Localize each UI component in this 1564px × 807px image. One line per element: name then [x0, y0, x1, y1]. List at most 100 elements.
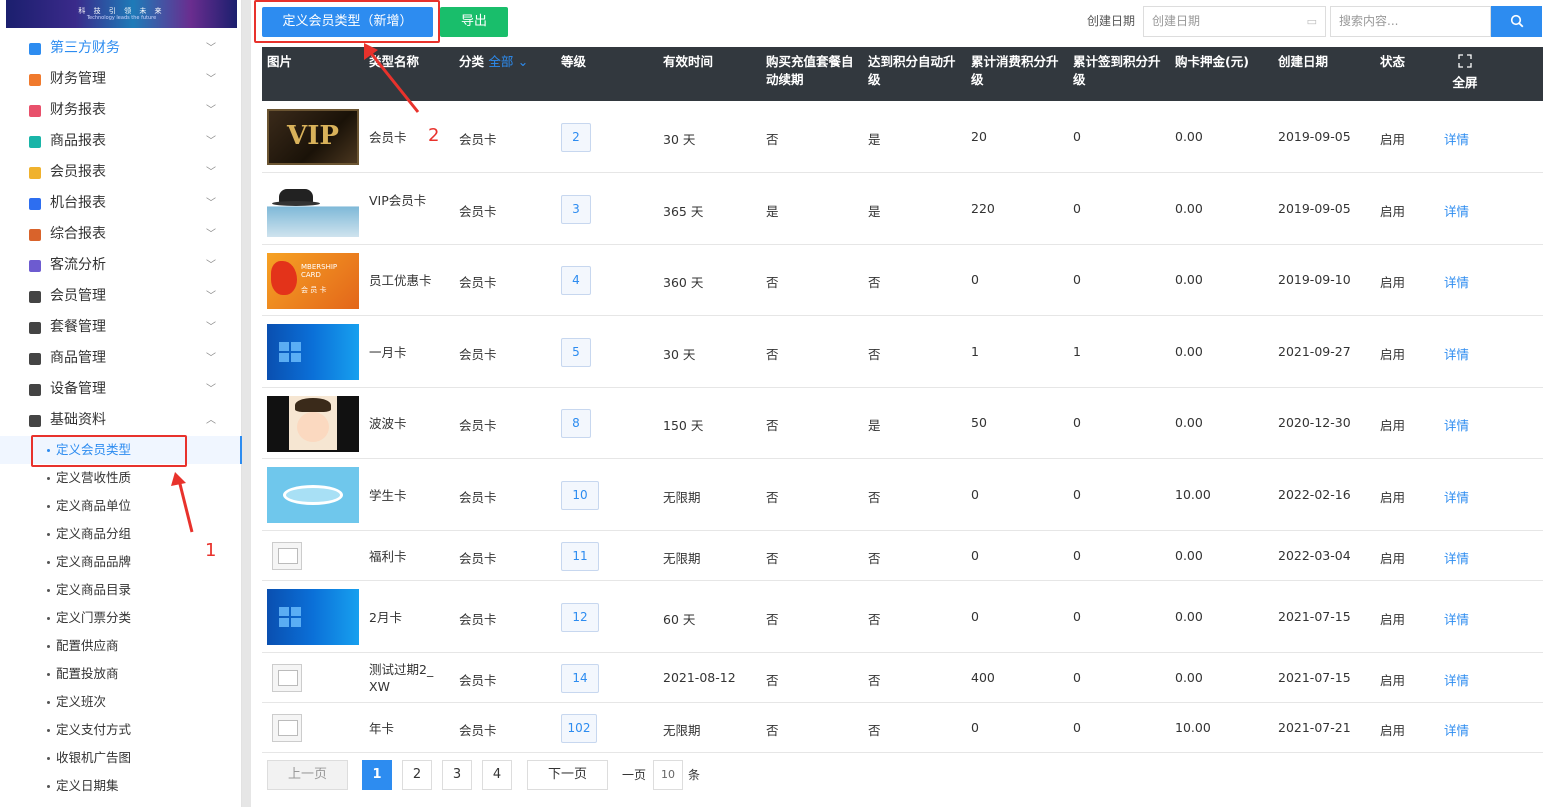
cell-valid: 30 天	[663, 131, 696, 147]
table-row: 年卡 会员卡 无限期 否 否 0 0 10.00 2021-07-21 启用 102 详情	[262, 703, 1543, 753]
fullscreen-toggle[interactable]: 全屏	[1450, 53, 1480, 92]
sidebar-item-label: 财务报表	[50, 102, 106, 118]
stethoscope-icon	[29, 384, 41, 396]
cell-renew: 否	[766, 275, 779, 290]
sidebar-item-5[interactable]: 机台报表 ﹀	[0, 188, 242, 219]
finance-icon	[29, 74, 41, 86]
cell-status: 启用	[1380, 418, 1406, 433]
sidebar-subitem-9[interactable]: 定义班次	[0, 688, 242, 716]
cell-date: 2019-09-05	[1278, 200, 1351, 216]
bullet-icon	[47, 729, 50, 732]
page-button[interactable]: 1	[362, 760, 392, 790]
details-link[interactable]: 详情	[1444, 272, 1469, 291]
sidebar-subitem-11[interactable]: 收银机广告图	[0, 744, 242, 772]
sidebar-subitem-5[interactable]: 定义商品目录	[0, 576, 242, 604]
sidebar-item-6[interactable]: 综合报表 ﹀	[0, 219, 242, 250]
search-input[interactable]: 搜索内容...	[1330, 6, 1491, 37]
annotation-number-1: 1	[205, 540, 217, 561]
prev-page-button[interactable]: 上一页	[267, 760, 348, 790]
page-button[interactable]: 3	[442, 760, 472, 790]
export-button[interactable]: 导出	[440, 7, 508, 37]
details-link[interactable]: 详情	[1444, 129, 1469, 148]
page-button[interactable]: 4	[482, 760, 512, 790]
details-link[interactable]: 详情	[1444, 609, 1469, 628]
sidebar-item-4[interactable]: 会员报表 ﹀	[0, 157, 242, 188]
cell-date: 2021-07-15	[1278, 608, 1351, 624]
cell-sign: 0	[1073, 200, 1081, 216]
sidebar-subitem-8[interactable]: 配置投放商	[0, 660, 242, 688]
sidebar-subitem-10[interactable]: 定义支付方式	[0, 716, 242, 744]
cell-spend: 0	[971, 608, 979, 624]
sidebar-item-10[interactable]: 商品管理 ﹀	[0, 343, 242, 374]
header-auto-upgrade-line2: 级	[868, 72, 881, 87]
next-page-button[interactable]: 下一页	[527, 760, 608, 790]
chevron-down-icon: ﹀	[206, 322, 216, 333]
coin-card-image	[267, 467, 359, 523]
sidebar-item-0[interactable]: 第三方财务 ﹀	[0, 33, 242, 64]
details-link[interactable]: 详情	[1444, 487, 1469, 506]
cell-sign: 0	[1073, 608, 1081, 624]
sidebar-item-3[interactable]: 商品报表 ﹀	[0, 126, 242, 157]
header-category[interactable]: 分类 全部 ⌄	[459, 53, 528, 71]
details-link[interactable]: 详情	[1444, 201, 1469, 220]
sidebar-subitem-7[interactable]: 配置供应商	[0, 632, 242, 660]
annotation-box-menu-item	[31, 435, 187, 467]
sidebar-subitem-6[interactable]: 定义门票分类	[0, 604, 242, 632]
search-button[interactable]	[1491, 6, 1542, 37]
cell-cat: 会员卡	[459, 203, 497, 219]
sidebar-item-9[interactable]: 套餐管理 ﹀	[0, 312, 242, 343]
chevron-down-icon: ﹀	[206, 105, 216, 116]
table-row: 测试过期2_XW 会员卡 2021-08-12 否 否 400 0 0.00 2021-07-1…	[262, 653, 1543, 703]
cell-auto: 否	[868, 489, 881, 505]
vip-hat-card-image	[267, 181, 359, 237]
header-spend-line2: 级	[971, 72, 984, 87]
sidebar-item-7[interactable]: 客流分析 ﹀	[0, 250, 242, 281]
cell-sign: 0	[1073, 128, 1081, 144]
sidebar-subitem-label: 定义商品目录	[56, 582, 132, 597]
cell-spend: 20	[971, 128, 987, 144]
per-page-input[interactable]: 10	[653, 760, 683, 790]
sidebar-item-12[interactable]: 基础资料 ︿	[0, 405, 242, 436]
sidebar-item-11[interactable]: 设备管理 ﹀	[0, 374, 242, 405]
page-button[interactable]: 2	[402, 760, 432, 790]
cell-cat: 会员卡	[459, 275, 497, 290]
bullet-icon	[47, 645, 50, 648]
cell-name: 年卡	[369, 720, 395, 736]
level-badge: 12	[561, 602, 599, 632]
sidebar-item-2[interactable]: 财务报表 ﹀	[0, 95, 242, 126]
document-icon	[29, 415, 41, 427]
sidebar-item-1[interactable]: 财务管理 ﹀	[0, 64, 242, 95]
cell-deposit: 0.00	[1175, 343, 1203, 359]
per-page-unit: 条	[688, 768, 701, 782]
cell-status: 启用	[1380, 550, 1406, 566]
cell-renew: 否	[766, 722, 779, 738]
details-link[interactable]: 详情	[1444, 548, 1469, 567]
sidebar-item-label: 第三方财务	[50, 40, 120, 56]
details-link[interactable]: 详情	[1444, 670, 1469, 689]
create-date-input[interactable]: 创建日期 ▭	[1143, 6, 1326, 37]
details-link[interactable]: 详情	[1444, 720, 1469, 739]
sidebar-subitem-12[interactable]: 定义日期集	[0, 772, 242, 800]
cell-valid: 无限期	[663, 489, 701, 505]
cell-cat: 会员卡	[459, 346, 497, 362]
sidebar-subitem-label: 定义日期集	[56, 778, 119, 793]
windows-wallpaper-image	[267, 324, 359, 380]
cell-sign: 0	[1073, 669, 1081, 685]
sidebar-menu: 第三方财务 ﹀ 财务管理 ﹀ 财务报表 ﹀ 商品报表 ﹀ 会员报表 ﹀ 机台报表 ﹀ 综合报表 ﹀ 客流分析…	[0, 33, 242, 800]
details-link[interactable]: 详情	[1444, 415, 1469, 434]
cell-auto: 否	[868, 275, 881, 290]
bullet-icon	[47, 785, 50, 788]
category-filter[interactable]: 全部	[488, 54, 513, 69]
cell-cat: 会员卡	[459, 489, 497, 505]
chevron-down-icon: ﹀	[206, 43, 216, 54]
details-link[interactable]: 详情	[1444, 344, 1469, 363]
sidebar-item-8[interactable]: 会员管理 ﹀	[0, 281, 242, 312]
table-row: 福利卡 会员卡 无限期 否 否 0 0 0.00 2022-03-04 启用 11 详情	[262, 531, 1543, 581]
image-placeholder-icon	[272, 664, 302, 692]
cell-date: 2021-07-21	[1278, 719, 1351, 735]
chevron-down-icon: ﹀	[206, 384, 216, 395]
sidebar-item-label: 财务管理	[50, 71, 106, 87]
annotation-box-new-button	[254, 0, 440, 43]
cell-auto: 是	[868, 131, 881, 147]
cell-cat: 会员卡	[459, 611, 497, 627]
